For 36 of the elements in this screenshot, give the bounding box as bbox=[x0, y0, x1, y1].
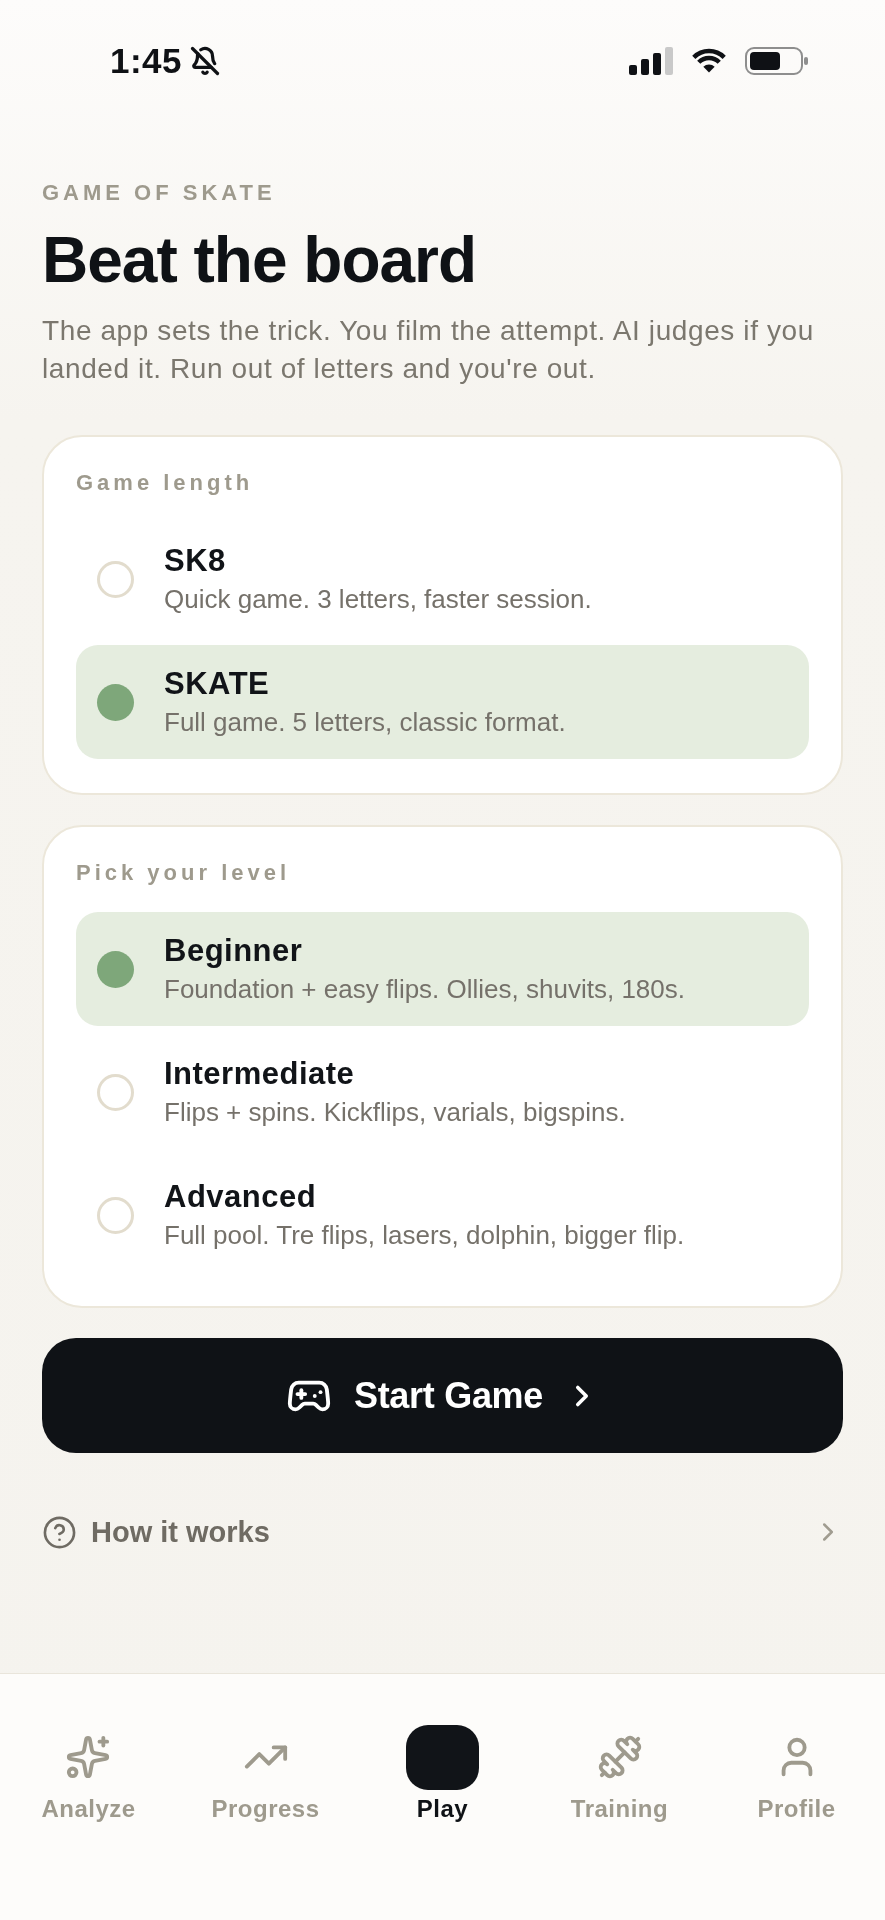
start-game-button[interactable]: Start Game bbox=[42, 1338, 843, 1453]
how-it-works-link[interactable]: How it works bbox=[42, 1507, 843, 1557]
option-title: SK8 bbox=[164, 543, 227, 579]
option-title: Beginner bbox=[164, 933, 304, 969]
battery-icon bbox=[745, 47, 809, 75]
option-title: Advanced bbox=[164, 1179, 318, 1215]
dumbbell-icon bbox=[596, 1734, 643, 1780]
signal-icon bbox=[629, 47, 673, 75]
page-title: Beat the board bbox=[42, 225, 478, 295]
option-description: Foundation + easy flips. Ollies, shuvits, 180s. bbox=[164, 973, 685, 1005]
section-label: Game length bbox=[76, 471, 255, 495]
radio-icon[interactable] bbox=[97, 1196, 134, 1234]
eyebrow-label: GAME OF SKATE bbox=[42, 181, 277, 205]
option-row[interactable]: SK8 Quick game. 3 letters, faster session. bbox=[76, 522, 809, 636]
page-description: The app sets the trick. You film the attempt. AI judges if you landed it. Run out of letters and you're out. bbox=[42, 314, 815, 386]
status-time: 1:45 bbox=[110, 41, 183, 81]
radio-icon[interactable] bbox=[97, 1073, 134, 1111]
option-description: Full game. 5 letters, classic format. bbox=[164, 706, 566, 738]
help-icon bbox=[42, 1514, 77, 1550]
radio-icon[interactable] bbox=[97, 560, 134, 598]
option-row[interactable]: SKATE Full game. 5 letters, classic format. bbox=[76, 645, 809, 759]
option-title: SKATE bbox=[164, 666, 271, 702]
option-description: Quick game. 3 letters, faster session. bbox=[164, 583, 592, 615]
option-row[interactable]: Intermediate Flips + spins. Kickflips, varials, bigspins. bbox=[76, 1035, 809, 1149]
section-label: Pick your level bbox=[76, 861, 292, 885]
radio-icon[interactable] bbox=[97, 683, 134, 721]
wifi-icon bbox=[689, 47, 729, 75]
option-title: Intermediate bbox=[164, 1056, 356, 1092]
tab-bar-item[interactable]: Play bbox=[406, 1723, 479, 1824]
sparkles-icon bbox=[65, 1734, 112, 1780]
option-row[interactable]: Beginner Foundation + easy flips. Ollies, shuvits, 180s. bbox=[76, 912, 809, 1026]
option-description: Flips + spins. Kickflips, varials, bigspins. bbox=[164, 1096, 626, 1128]
option-row[interactable]: Advanced Full pool. Tre flips, lasers, dolphin, bigger flip. bbox=[76, 1158, 809, 1272]
option-description: Full pool. Tre flips, lasers, dolphin, bigger flip. bbox=[164, 1219, 685, 1251]
radio-icon[interactable] bbox=[97, 950, 134, 988]
bell-slash-icon bbox=[190, 46, 221, 76]
